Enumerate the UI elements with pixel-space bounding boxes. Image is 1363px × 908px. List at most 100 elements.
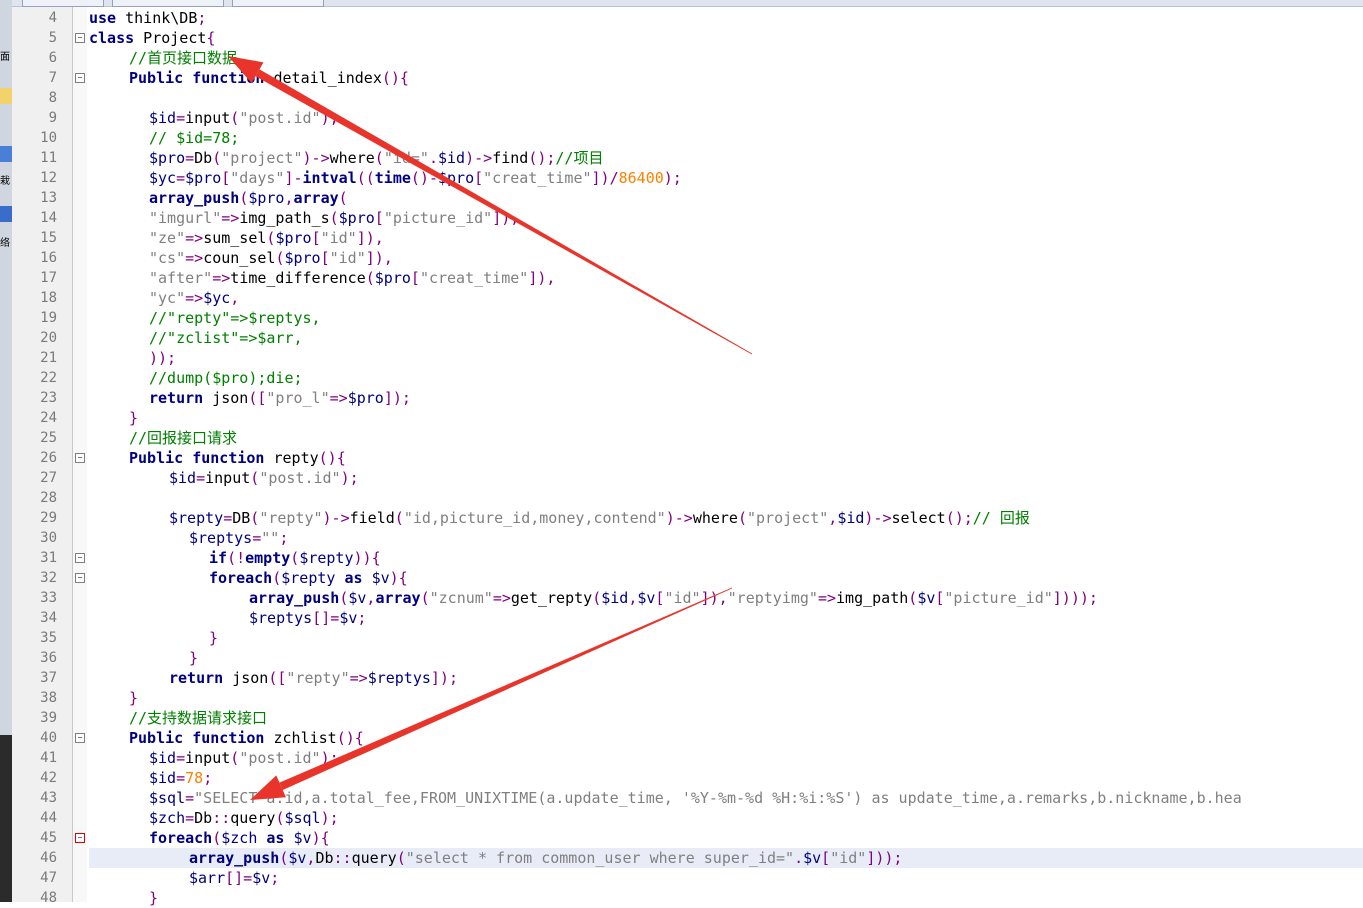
- code-line[interactable]: 40 Public function zchlist(){−: [12, 728, 1363, 748]
- code-line[interactable]: 8: [12, 88, 1363, 108]
- code-line[interactable]: 29 $repty=DB("repty")->field("id,picture_…: [12, 508, 1363, 528]
- fold-toggle-icon[interactable]: −: [75, 553, 85, 563]
- code-token: DB: [232, 509, 251, 527]
- code-token: $id: [837, 509, 865, 527]
- folder-icon[interactable]: [0, 88, 12, 104]
- fold-toggle-icon[interactable]: −: [75, 453, 85, 463]
- code-token: $pro: [275, 229, 312, 247]
- code-token: ([: [268, 669, 287, 687]
- code-line[interactable]: 10 // $id=78;: [12, 128, 1363, 148]
- code-token: [: [821, 849, 831, 867]
- code-token: =: [223, 509, 233, 527]
- code-line[interactable]: 35}: [12, 628, 1363, 648]
- code-text: $id=input("post.id");: [149, 748, 339, 768]
- code-line[interactable]: 9 $id=input("post.id");: [12, 108, 1363, 128]
- code-token: Db: [194, 809, 213, 827]
- code-token: json: [203, 389, 249, 407]
- code-line[interactable]: 36}: [12, 648, 1363, 668]
- code-line[interactable]: 46 array_push($v,Db::query("select * from…: [40, 848, 1363, 868]
- code-line[interactable]: 47 $arr[]=$v;: [12, 868, 1363, 888]
- code-token: (){: [318, 449, 346, 467]
- code-line[interactable]: 44 $zch=Db::query($sql);: [12, 808, 1363, 828]
- code-line[interactable]: 42 $id=78;: [12, 768, 1363, 788]
- fold-toggle-icon[interactable]: −: [75, 733, 85, 743]
- code-line[interactable]: 4 use think\DB;: [12, 8, 1363, 28]
- code-line[interactable]: 24}: [12, 408, 1363, 428]
- code-line[interactable]: 5 class Project{−: [12, 28, 1363, 48]
- code-line[interactable]: 13 array_push($pro,array(: [12, 188, 1363, 208]
- code-text: //dump($pro);die;: [149, 368, 303, 388]
- fold-toggle-icon[interactable]: −: [75, 33, 85, 43]
- code-line[interactable]: 21));: [12, 348, 1363, 368]
- code-line[interactable]: 18 "yc"=>$yc,: [12, 288, 1363, 308]
- code-token: think\DB: [116, 9, 198, 27]
- code-token: [: [221, 169, 231, 187]
- code-line[interactable]: 15 "ze"=>sum_sel($pro["id"]),: [12, 228, 1363, 248]
- network-icon[interactable]: [0, 206, 12, 222]
- code-line[interactable]: 38}: [12, 688, 1363, 708]
- code-line[interactable]: 31 if(!empty($repty)){−: [12, 548, 1363, 568]
- fold-toggle-icon[interactable]: −: [75, 73, 85, 83]
- tab-3[interactable]: [232, 0, 324, 7]
- code-text: "cs"=>coun_sel($pro["id"]),: [149, 248, 393, 268]
- code-token: (){: [381, 69, 409, 87]
- code-line[interactable]: 41 $id=input("post.id");: [12, 748, 1363, 768]
- code-line[interactable]: 45 foreach($zch as $v){−: [12, 828, 1363, 848]
- code-line[interactable]: 7 Public function detail_index(){−: [12, 68, 1363, 88]
- code-line[interactable]: 27 $id=input("post.id");: [12, 468, 1363, 488]
- code-token: $v: [371, 569, 390, 587]
- code-text: $reptys="";: [189, 528, 288, 548]
- line-number: 41: [40, 750, 57, 766]
- code-text: "yc"=>$yc,: [149, 288, 239, 308]
- code-line[interactable]: 14 "imgurl"=>img_path_s($pro["picture_id"…: [12, 208, 1363, 228]
- code-line[interactable]: 12 $yc=$pro["days"]-intval((time()-$pro["…: [12, 168, 1363, 188]
- code-line[interactable]: 22 //dump($pro);die;: [12, 368, 1363, 388]
- code-line[interactable]: 32 foreach($repty as $v){−: [12, 568, 1363, 588]
- app-icon[interactable]: [0, 146, 12, 162]
- code-line[interactable]: 23 return json(["pro_l"=>$pro]);: [12, 388, 1363, 408]
- code-line[interactable]: 19 //"repty"=>$reptys,: [12, 308, 1363, 328]
- code-token: )->: [864, 509, 892, 527]
- code-token: =>: [817, 589, 837, 607]
- line-number: 11: [40, 150, 57, 166]
- code-line[interactable]: 16 "cs"=>coun_sel($pro["id"]),: [12, 248, 1363, 268]
- code-token: sum_sel: [203, 229, 267, 247]
- code-token: array: [375, 589, 421, 607]
- fold-toggle-icon[interactable]: −: [75, 573, 85, 583]
- code-line[interactable]: 6 //首页接口数据: [12, 48, 1363, 68]
- code-token: =: [185, 789, 195, 807]
- code-line[interactable]: 25 //回报接口请求: [12, 428, 1363, 448]
- code-token: )->: [665, 509, 693, 527]
- tab-2[interactable]: [112, 0, 224, 7]
- code-token: )): [353, 549, 372, 567]
- code-line[interactable]: 30 $reptys="";: [12, 528, 1363, 548]
- code-line[interactable]: 43 $sql="SELECT a.id,a.total_fee,FROM_UNI…: [12, 788, 1363, 808]
- fold-toggle-icon[interactable]: −: [75, 833, 85, 843]
- code-text: array_push($pro,array(: [149, 188, 348, 208]
- code-line[interactable]: 48}: [12, 888, 1363, 908]
- code-line[interactable]: 28: [12, 488, 1363, 508]
- code-line[interactable]: 37 return json(["repty"=>$reptys]);: [12, 668, 1363, 688]
- code-token: (: [279, 849, 289, 867]
- code-text: }: [129, 688, 138, 708]
- code-token: }: [189, 649, 199, 667]
- code-token: array: [293, 189, 339, 207]
- code-line[interactable]: 26 Public function repty(){−: [12, 448, 1363, 468]
- code-token: $repty: [281, 569, 336, 587]
- code-token: ;: [197, 9, 207, 27]
- code-line[interactable]: 20 //"zclist"=>$arr,: [12, 328, 1363, 348]
- code-text: Public function zchlist(){: [129, 728, 364, 748]
- code-line[interactable]: 33 array_push($v,array("zcnum"=>get_repty…: [12, 588, 1363, 608]
- code-text: }: [129, 408, 138, 428]
- code-line[interactable]: 17 "after"=>time_difference($pro["creat_t…: [12, 268, 1363, 288]
- code-token: return: [149, 389, 204, 407]
- code-text: }: [209, 628, 218, 648]
- code-token: $pro: [438, 169, 475, 187]
- tab-1[interactable]: [22, 0, 104, 7]
- code-editor[interactable]: 4 use think\DB; 5 class Project{−6//首页接口数据 7…: [12, 7, 1363, 907]
- code-line[interactable]: 39 //支持数据请求接口: [12, 708, 1363, 728]
- code-token: $repty: [169, 509, 224, 527]
- code-token: ]),: [492, 209, 520, 227]
- code-line[interactable]: 34 $reptys[]=$v;: [12, 608, 1363, 628]
- code-line[interactable]: 11 $pro=Db("project")->where("id=".$id)->…: [12, 148, 1363, 168]
